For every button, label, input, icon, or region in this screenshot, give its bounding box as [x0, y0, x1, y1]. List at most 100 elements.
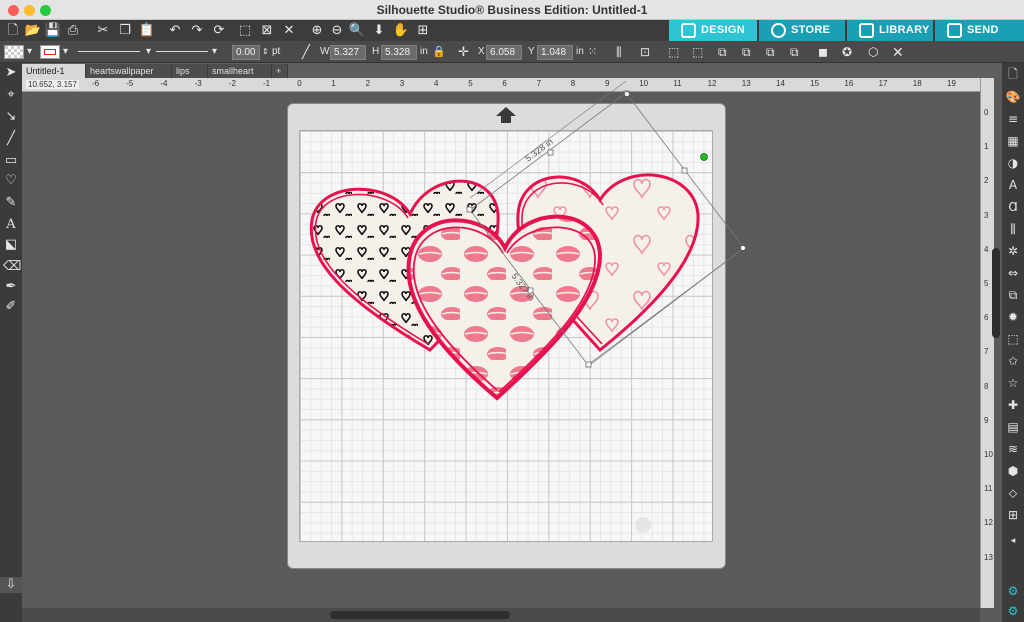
- print-icon[interactable]: ⎙: [64, 22, 82, 39]
- help-icon[interactable]: ⚙: [1005, 603, 1021, 619]
- save-icon[interactable]: 💾: [44, 22, 62, 39]
- eraser-icon[interactable]: ⌫: [3, 259, 21, 275]
- subtract-icon[interactable]: ⧉: [790, 44, 799, 60]
- library-panel-icon[interactable]: ⇩: [0, 577, 22, 593]
- pattern-panel-icon[interactable]: ▦: [1005, 133, 1021, 149]
- trace-panel-icon[interactable]: ⬚: [1005, 331, 1021, 347]
- text-panel-icon[interactable]: A: [1005, 177, 1021, 193]
- line-color-dropdown-icon[interactable]: ▾: [63, 44, 68, 60]
- zoom-in-icon[interactable]: ⊕: [308, 22, 326, 39]
- delete-icon[interactable]: ✕: [280, 22, 298, 39]
- layers-panel-icon[interactable]: ▤: [1005, 419, 1021, 435]
- tab-design[interactable]: DESIGN: [669, 20, 757, 41]
- pencil-icon[interactable]: ✎: [3, 195, 19, 211]
- move-icon[interactable]: ✛: [458, 44, 469, 60]
- text-style-icon[interactable]: Ɑ: [1005, 199, 1021, 215]
- modify-panel-icon[interactable]: ⧉: [1005, 287, 1021, 303]
- line-draw-icon[interactable]: ╱: [3, 131, 19, 147]
- doc-tab-untitled-1[interactable]: Untitled-1: [22, 64, 86, 78]
- star-shape-icon[interactable]: ✪: [842, 44, 852, 60]
- duplicate-icon[interactable]: ⧉: [718, 44, 727, 60]
- send-icon: [947, 23, 962, 38]
- fill-panel-icon[interactable]: 🎨: [1005, 89, 1021, 105]
- text-icon[interactable]: A: [3, 217, 19, 233]
- trace-star-icon[interactable]: ✩: [1005, 353, 1021, 369]
- horizontal-scroll-thumb[interactable]: [330, 611, 510, 619]
- line-style-dropdown-icon[interactable]: ▾: [146, 44, 151, 60]
- zoom-select-icon[interactable]: 🔍: [348, 22, 366, 39]
- center-to-page-icon[interactable]: ⊡: [640, 44, 650, 60]
- redraw-icon[interactable]: ⟳: [210, 22, 228, 39]
- eyedropper-icon[interactable]: ✐: [3, 299, 19, 315]
- design-store-panel-icon[interactable]: ☆: [1005, 375, 1021, 391]
- rectangle-icon[interactable]: ▭: [3, 153, 19, 169]
- line-panel-icon[interactable]: ≡: [1005, 111, 1021, 127]
- nesting-panel-icon[interactable]: ⬢: [1005, 463, 1021, 479]
- y-position-input[interactable]: 1.048: [537, 45, 573, 60]
- redo-icon[interactable]: ↷: [188, 22, 206, 39]
- new-tab-button[interactable]: +: [272, 64, 288, 78]
- ungroup-icon[interactable]: ⬚: [692, 44, 703, 60]
- bring-forward-icon[interactable]: ⧉: [742, 44, 751, 60]
- fill-bucket-icon[interactable]: ⬕: [3, 237, 19, 253]
- align-panel-icon[interactable]: ⫼: [1005, 221, 1021, 237]
- reference-point-icon[interactable]: ⁙: [588, 44, 597, 60]
- offset-panel-icon[interactable]: ✹: [1005, 309, 1021, 325]
- select-arrow-icon[interactable]: ➤: [3, 65, 19, 81]
- align-icon[interactable]: ⫼: [616, 44, 622, 60]
- line-width-stepper-icon[interactable]: ⇕: [262, 44, 269, 60]
- undo-icon[interactable]: ↶: [166, 22, 184, 39]
- page-setup-icon[interactable]: 🗋: [1005, 66, 1021, 82]
- close-toolbar-icon[interactable]: ✕: [892, 44, 904, 60]
- transform-panel-icon[interactable]: ⇔: [1005, 265, 1021, 281]
- line-color-swatch[interactable]: [40, 45, 60, 59]
- vertical-scroll-thumb[interactable]: [992, 248, 1000, 338]
- sketch-panel-icon[interactable]: ◑: [1005, 155, 1021, 171]
- tab-store[interactable]: STORE: [759, 20, 845, 41]
- offset-icon[interactable]: ◼: [818, 44, 828, 60]
- zoom-out-icon[interactable]: ⊖: [328, 22, 346, 39]
- line-join-dropdown-icon[interactable]: ▾: [212, 44, 217, 60]
- paste-icon[interactable]: 📋: [138, 22, 156, 39]
- tab-send[interactable]: SEND: [935, 20, 1024, 41]
- map-panel-icon[interactable]: ⊞: [1005, 507, 1021, 523]
- copy-icon[interactable]: ❐: [116, 22, 134, 39]
- open-folder-icon[interactable]: 📂: [24, 22, 42, 39]
- line-style-select[interactable]: [78, 51, 140, 52]
- knife-icon[interactable]: ↘: [3, 109, 19, 125]
- select-all-icon[interactable]: ⬚: [236, 22, 254, 39]
- ruler-h-label: -6: [92, 79, 100, 88]
- settings-gear-icon[interactable]: ⚙: [1005, 583, 1021, 599]
- weld-icon[interactable]: ⧉: [766, 44, 775, 60]
- pen-icon[interactable]: ✒: [3, 279, 19, 295]
- 3d-box-icon[interactable]: ⬡: [868, 44, 878, 60]
- point-edit-icon[interactable]: ⌖: [3, 87, 19, 103]
- line-tool-icon[interactable]: ╱: [302, 44, 310, 60]
- new-file-icon[interactable]: 🗋: [4, 22, 22, 39]
- collapse-panel-icon[interactable]: ◂: [1005, 533, 1021, 549]
- group-icon[interactable]: ⬚: [668, 44, 679, 60]
- tab-library[interactable]: LIBRARY: [847, 20, 933, 41]
- doc-tab-heartswallpaper[interactable]: heartswallpaper: [86, 64, 172, 78]
- cut-icon[interactable]: ✂: [94, 22, 112, 39]
- height-input[interactable]: 5.328: [381, 45, 417, 60]
- x-position-input[interactable]: 6.058: [486, 45, 522, 60]
- pan-hand-icon[interactable]: ✋: [392, 22, 410, 39]
- fill-dropdown-icon[interactable]: ▾: [27, 44, 32, 60]
- width-input[interactable]: 5.327: [330, 45, 366, 60]
- line-join-select[interactable]: [156, 51, 208, 52]
- position-unit: in: [576, 46, 584, 57]
- doc-tab-smallheart[interactable]: smallheart: [208, 64, 272, 78]
- deselect-icon[interactable]: ⊠: [258, 22, 276, 39]
- heart-shape-icon[interactable]: ♡: [3, 173, 19, 189]
- doc-tab-lips[interactable]: lips: [172, 64, 208, 78]
- add-page-icon[interactable]: ⊞: [414, 22, 432, 39]
- warp-panel-icon[interactable]: ≋: [1005, 441, 1021, 457]
- fit-to-page-icon[interactable]: ⬇: [370, 22, 388, 39]
- replicate-panel-icon[interactable]: ✲: [1005, 243, 1021, 259]
- rhinestone-panel-icon[interactable]: ⬦: [1005, 485, 1021, 501]
- fill-swatch[interactable]: [4, 45, 24, 59]
- lock-aspect-icon[interactable]: 🔒: [432, 44, 446, 60]
- puzzle-panel-icon[interactable]: ✚: [1005, 397, 1021, 413]
- line-width-input[interactable]: 0.00: [232, 45, 260, 60]
